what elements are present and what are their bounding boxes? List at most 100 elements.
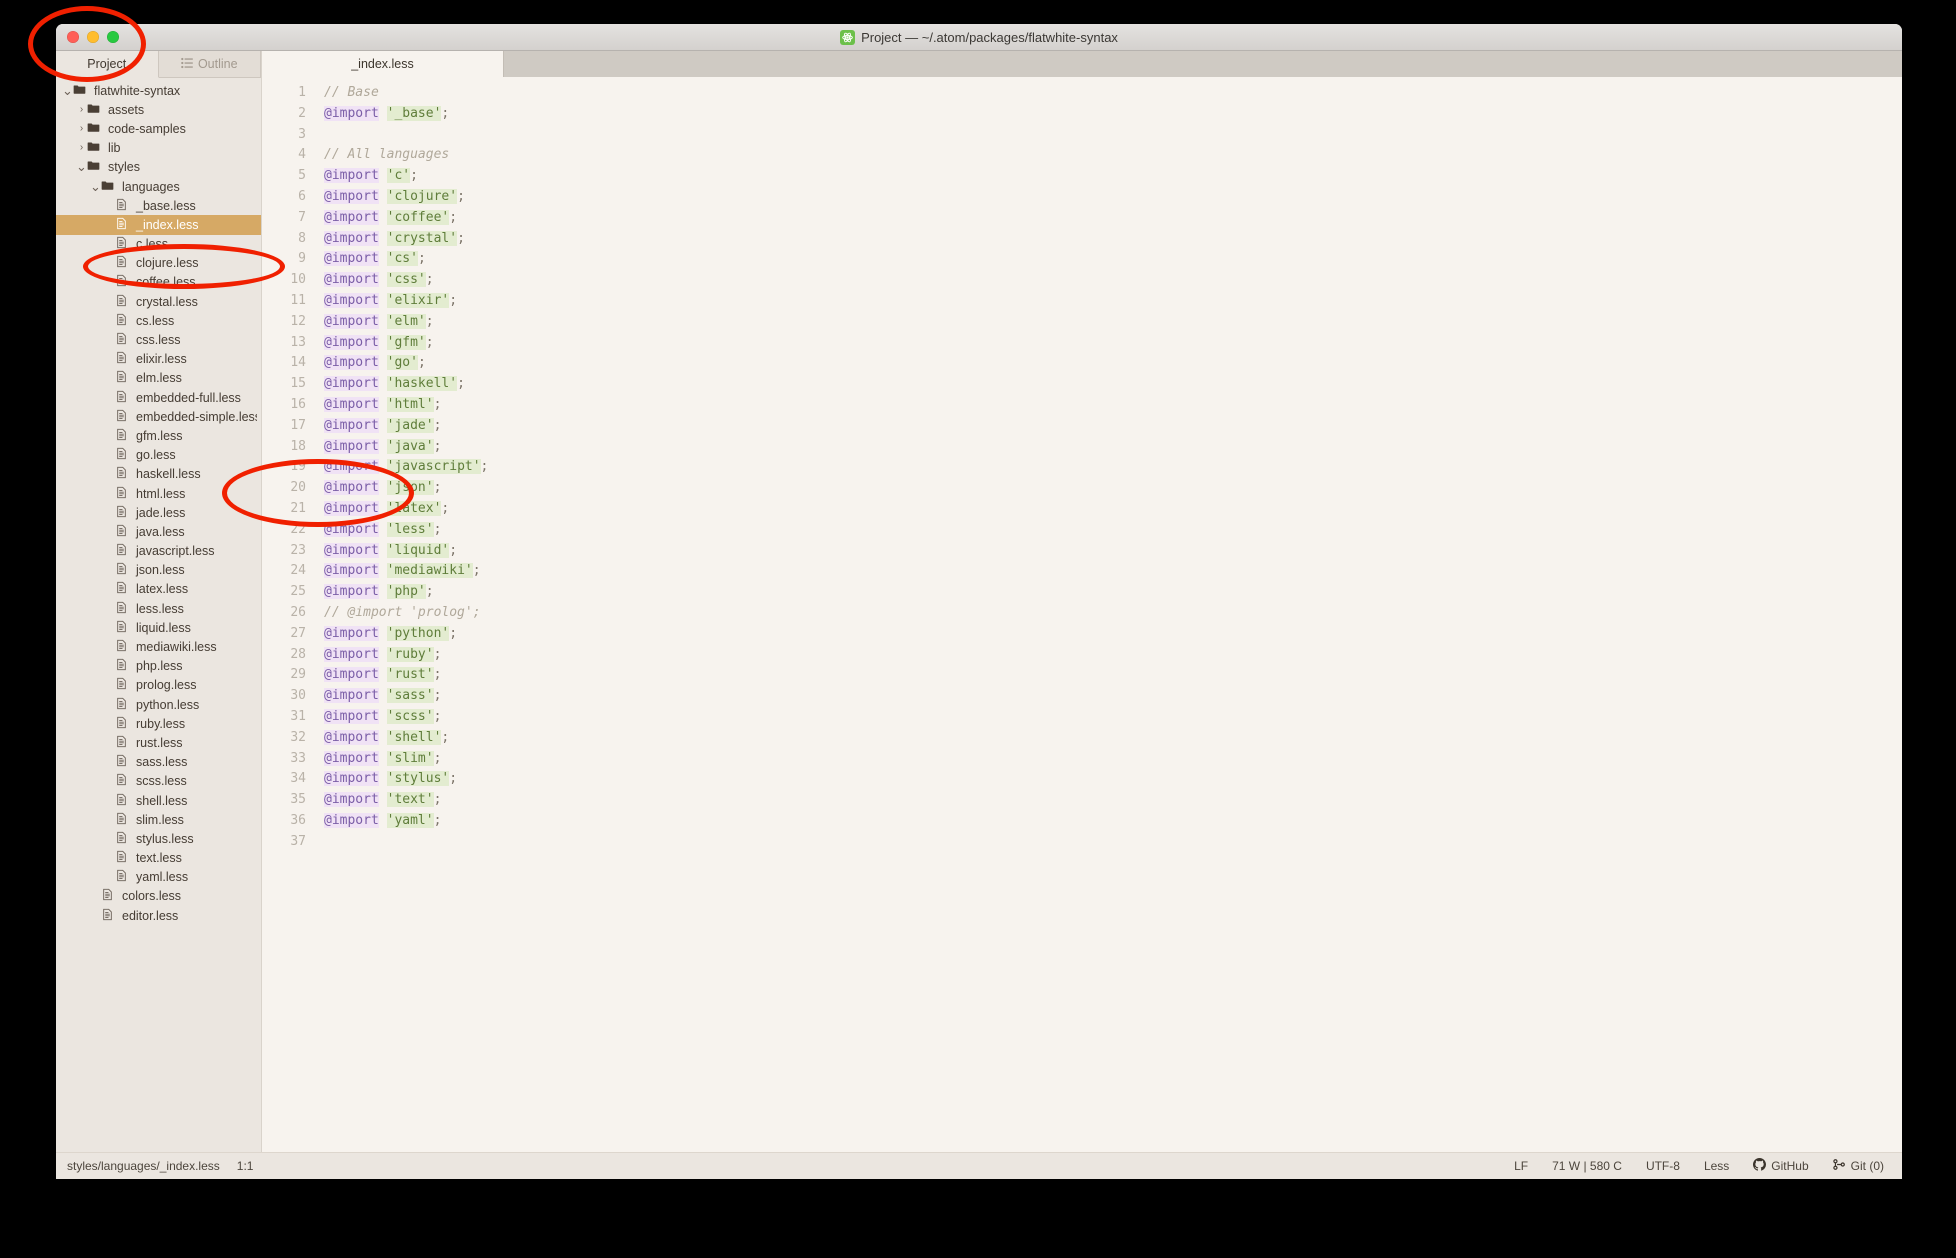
file-tree[interactable]: ⌄ flatwhite-syntax › assets › code-samples › li… [56,78,261,1179]
code-line[interactable]: @import 'ruby'; [324,645,1902,666]
code-line[interactable]: @import 'css'; [324,270,1902,291]
tree-file-sass.less[interactable]: sass.less [56,753,261,772]
code-line[interactable]: @import 'elm'; [324,312,1902,333]
code-line[interactable]: @import 'python'; [324,624,1902,645]
tree-file-cs.less[interactable]: cs.less [56,311,261,330]
tree-file-mediawiki.less[interactable]: mediawiki.less [56,637,261,656]
tree-file-ruby.less[interactable]: ruby.less [56,714,261,733]
code-line[interactable]: @import 'go'; [324,353,1902,374]
chevron-right-icon[interactable]: › [76,104,87,115]
tree-file-elm.less[interactable]: elm.less [56,369,261,388]
status-cursor-position[interactable]: 1:1 [237,1159,254,1173]
tree-file-java.less[interactable]: java.less [56,522,261,541]
tree-file-scss.less[interactable]: scss.less [56,772,261,791]
tree-folder-assets[interactable]: › assets [56,100,261,119]
code-line[interactable] [324,125,1902,146]
code-line[interactable] [324,832,1902,853]
tree-folder-code-samples[interactable]: › code-samples [56,119,261,138]
tree-file-_base.less[interactable]: _base.less [56,196,261,215]
tab-project[interactable]: Project [56,51,159,78]
tree-folder-styles[interactable]: ⌄ styles [56,158,261,177]
tree-file-clojure.less[interactable]: clojure.less [56,254,261,273]
code-line[interactable]: @import 'liquid'; [324,541,1902,562]
code-line[interactable]: @import 'shell'; [324,728,1902,749]
code-line[interactable]: @import 'json'; [324,478,1902,499]
close-button[interactable] [67,31,79,43]
code-line[interactable]: @import 'crystal'; [324,229,1902,250]
tree-file-json.less[interactable]: json.less [56,561,261,580]
tree-file-go.less[interactable]: go.less [56,446,261,465]
minimize-button[interactable] [87,31,99,43]
chevron-down-icon[interactable]: ⌄ [62,84,73,97]
tree-file-elixir.less[interactable]: elixir.less [56,350,261,369]
code-line[interactable]: // All languages [324,145,1902,166]
tree-folder-lib[interactable]: › lib [56,139,261,158]
code-line[interactable]: @import 'c'; [324,166,1902,187]
code-line[interactable]: @import 'scss'; [324,707,1902,728]
tree-file-gfm.less[interactable]: gfm.less [56,426,261,445]
code-line[interactable]: @import '_base'; [324,104,1902,125]
code-line[interactable]: @import 'java'; [324,437,1902,458]
code-line[interactable]: @import 'html'; [324,395,1902,416]
code-line[interactable]: @import 'jade'; [324,416,1902,437]
code-area[interactable]: 1 2 3 4 5 6 7 8 9 10 11 12 13 14 15 16 17 18 19 20 21 22 23 24 2… [262,77,1902,1179]
tree-folder-flatwhite-syntax[interactable]: ⌄ flatwhite-syntax [56,81,261,100]
code-line[interactable]: @import 'gfm'; [324,333,1902,354]
tree-file-php.less[interactable]: php.less [56,657,261,676]
code-line[interactable]: @import 'sass'; [324,686,1902,707]
tree-file-_index.less[interactable]: _index.less [56,215,261,235]
tree-file-latex.less[interactable]: latex.less [56,580,261,599]
status-git[interactable]: Git (0) [1832,1158,1884,1174]
code-line[interactable]: @import 'clojure'; [324,187,1902,208]
tree-file-html.less[interactable]: html.less [56,484,261,503]
chevron-down-icon[interactable]: ⌄ [90,180,101,193]
code-line[interactable]: @import 'javascript'; [324,457,1902,478]
code-line[interactable]: // @import 'prolog'; [324,603,1902,624]
code-content[interactable]: // Base @import '_base'; // All languages… [315,83,1902,1179]
tree-file-crystal.less[interactable]: crystal.less [56,292,261,311]
tree-folder-languages[interactable]: ⌄ languages [56,177,261,196]
editor-tab-index-less[interactable]: _index.less [262,51,504,77]
tree-file-slim.less[interactable]: slim.less [56,810,261,829]
code-line[interactable]: @import 'yaml'; [324,811,1902,832]
tree-file-embedded-simple.less[interactable]: embedded-simple.less [56,407,261,426]
code-line[interactable]: @import 'rust'; [324,665,1902,686]
tree-file-text.less[interactable]: text.less [56,849,261,868]
maximize-button[interactable] [107,31,119,43]
code-line[interactable]: @import 'coffee'; [324,208,1902,229]
tree-file-shell.less[interactable]: shell.less [56,791,261,810]
tree-file-colors.less[interactable]: colors.less [56,887,261,906]
tree-file-editor.less[interactable]: editor.less [56,906,261,925]
tree-file-jade.less[interactable]: jade.less [56,503,261,522]
tree-file-prolog.less[interactable]: prolog.less [56,676,261,695]
tree-file-rust.less[interactable]: rust.less [56,733,261,752]
status-word-char-count[interactable]: 71 W | 580 C [1552,1159,1622,1173]
tree-file-stylus.less[interactable]: stylus.less [56,829,261,848]
tree-file-javascript.less[interactable]: javascript.less [56,542,261,561]
code-line[interactable]: @import 'less'; [324,520,1902,541]
tree-file-c.less[interactable]: c.less [56,235,261,254]
tree-file-embedded-full.less[interactable]: embedded-full.less [56,388,261,407]
code-line[interactable]: @import 'stylus'; [324,769,1902,790]
status-encoding[interactable]: UTF-8 [1646,1159,1680,1173]
tree-file-css.less[interactable]: css.less [56,330,261,349]
chevron-right-icon[interactable]: › [76,123,87,134]
code-line[interactable]: // Base [324,83,1902,104]
tree-file-haskell.less[interactable]: haskell.less [56,465,261,484]
chevron-down-icon[interactable]: ⌄ [76,160,87,173]
tree-file-coffee.less[interactable]: coffee.less [56,273,261,292]
code-line[interactable]: @import 'haskell'; [324,374,1902,395]
code-line[interactable]: @import 'mediawiki'; [324,561,1902,582]
status-grammar[interactable]: Less [1704,1159,1729,1173]
code-line[interactable]: @import 'elixir'; [324,291,1902,312]
tab-outline[interactable]: Outline [158,51,261,77]
status-file-path[interactable]: styles/languages/_index.less [67,1159,220,1173]
code-line[interactable]: @import 'latex'; [324,499,1902,520]
code-line[interactable]: @import 'cs'; [324,249,1902,270]
code-line[interactable]: @import 'slim'; [324,749,1902,770]
status-line-ending[interactable]: LF [1514,1159,1528,1173]
chevron-right-icon[interactable]: › [76,143,87,153]
tree-file-liquid.less[interactable]: liquid.less [56,618,261,637]
code-line[interactable]: @import 'php'; [324,582,1902,603]
code-line[interactable]: @import 'text'; [324,790,1902,811]
